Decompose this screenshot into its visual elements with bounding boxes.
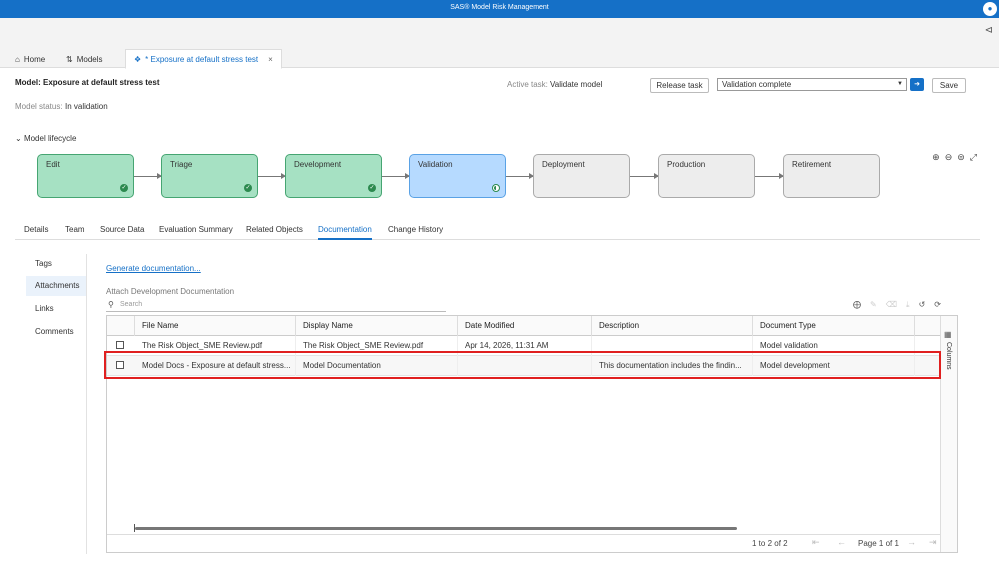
app-title: SAS® Model Risk Management <box>450 4 549 11</box>
generate-documentation-link[interactable]: Generate documentation... <box>106 264 201 273</box>
tab-related-objects[interactable]: Related Objects <box>246 225 303 240</box>
stage-connector <box>134 173 162 179</box>
column-document-type[interactable]: Document Type <box>753 316 915 336</box>
user-icon[interactable]: ● <box>983 2 997 16</box>
download-icon[interactable]: ⤓ <box>906 300 910 310</box>
stage-deployment[interactable]: Deployment <box>533 154 630 198</box>
stage-validation[interactable]: Validation <box>409 154 506 198</box>
tab-models[interactable]: ⇅ Models <box>66 51 103 68</box>
top-strip <box>0 18 999 46</box>
highlight-box <box>104 351 941 379</box>
nav-tabs: ⌂ Home ⇅ Models ❖ * Exposure at default … <box>0 46 999 69</box>
tab-documentation[interactable]: Documentation <box>318 225 372 240</box>
horizontal-scrollbar[interactable] <box>135 527 737 530</box>
side-item-comments[interactable]: Comments <box>26 322 86 342</box>
stage-connector <box>630 173 659 179</box>
task-status-select[interactable]: Validation complete ▼ <box>717 78 907 91</box>
search-icon: ⚲ <box>108 300 114 309</box>
detail-tabs: Details Team Source Data Evaluation Summ… <box>15 222 980 240</box>
stage-retirement[interactable]: Retirement <box>783 154 880 198</box>
submit-status-button[interactable]: ➜ <box>910 78 924 91</box>
add-attachment-icon[interactable]: ⨁ <box>853 300 861 310</box>
side-item-links[interactable]: Links <box>26 299 86 319</box>
chevron-down-icon: ⌄ <box>15 134 22 143</box>
previous-page-icon[interactable]: ← <box>837 537 846 547</box>
chevron-down-icon: ▼ <box>897 81 903 87</box>
in-progress-icon <box>492 184 500 192</box>
column-file-name[interactable]: File Name <box>135 316 296 336</box>
model-status-value: In validation <box>65 102 108 111</box>
model-node-icon: ❖ <box>134 54 142 64</box>
tab-evaluation-summary[interactable]: Evaluation Summary <box>159 225 233 240</box>
history-icon[interactable]: ↺ <box>919 300 926 310</box>
table-toolbar: ⨁ ✎ ⌫ ⤓ ↺ ⟳ <box>853 300 941 310</box>
columns-icon: ▦ <box>944 330 952 339</box>
tab-team[interactable]: Team <box>65 225 85 240</box>
app-banner: SAS® Model Risk Management ● <box>0 0 999 18</box>
column-description[interactable]: Description <box>592 316 753 336</box>
side-divider <box>86 254 87 554</box>
stage-connector <box>755 173 784 179</box>
stage-development[interactable]: Development ✓ <box>285 154 382 198</box>
tab-current-model[interactable]: ❖ * Exposure at default stress test × <box>125 49 282 69</box>
release-task-button[interactable]: Release task <box>650 78 709 93</box>
stage-edit[interactable]: Edit ✓ <box>37 154 134 198</box>
table-header: File Name Display Name Date Modified Des… <box>107 316 957 336</box>
page-label: Page 1 of 1 <box>858 539 899 548</box>
home-icon: ⌂ <box>15 55 20 64</box>
tab-details[interactable]: Details <box>24 225 48 240</box>
lifecycle-toggle[interactable]: ⌄ Model lifecycle <box>15 134 76 143</box>
column-date-modified[interactable]: Date Modified <box>458 316 592 336</box>
check-icon: ✓ <box>120 184 128 192</box>
edit-icon[interactable]: ✎ <box>870 300 877 310</box>
next-page-icon[interactable]: → <box>907 537 916 547</box>
model-status-label: Model status: <box>15 102 63 111</box>
models-icon: ⇅ <box>66 55 73 64</box>
row-checkbox[interactable] <box>116 341 124 349</box>
zoom-in-icon[interactable]: ⊕ <box>932 152 940 163</box>
page-title: Model: Exposure at default stress test <box>15 78 160 87</box>
expand-icon[interactable]: ⤢ <box>970 152 977 163</box>
stage-production[interactable]: Production <box>658 154 755 198</box>
side-item-tags[interactable]: Tags <box>26 254 86 274</box>
close-icon[interactable]: × <box>268 55 273 64</box>
search-input[interactable]: ⚲ Search <box>106 299 446 312</box>
stage-connector <box>258 173 286 179</box>
last-page-icon[interactable]: ⇥ <box>929 537 937 548</box>
attach-doc-label: Attach Development Documentation <box>106 287 235 296</box>
stage-connector <box>506 173 534 179</box>
active-task-label: Active task: <box>507 80 548 89</box>
columns-pane[interactable]: ▦ Columns <box>940 316 957 552</box>
zoom-fit-icon[interactable]: ⊜ <box>957 152 965 163</box>
zoom-out-icon[interactable]: ⊖ <box>945 152 953 163</box>
refresh-icon[interactable]: ⟳ <box>934 300 941 310</box>
stage-connector <box>382 173 410 179</box>
side-item-attachments[interactable]: Attachments <box>26 276 86 296</box>
first-page-icon[interactable]: ⇤ <box>812 537 820 548</box>
select-column-header <box>107 316 135 336</box>
check-icon: ✓ <box>368 184 376 192</box>
row-count: 1 to 2 of 2 <box>752 539 788 548</box>
save-button[interactable]: Save <box>932 78 966 93</box>
tab-home[interactable]: ⌂ Home <box>15 51 45 68</box>
active-task-value: Validate model <box>550 80 603 89</box>
pagination-bar: 1 to 2 of 2 ⇤ ← Page 1 of 1 → ⇥ <box>107 534 940 552</box>
column-display-name[interactable]: Display Name <box>296 316 458 336</box>
delete-icon[interactable]: ⌫ <box>886 300 897 310</box>
tab-change-history[interactable]: Change History <box>388 225 443 240</box>
stage-triage[interactable]: Triage ✓ <box>161 154 258 198</box>
check-icon: ✓ <box>244 184 252 192</box>
tab-source-data[interactable]: Source Data <box>100 225 144 240</box>
diagram-zoom-tools: ⊕ ⊖ ⊜ ⤢ <box>932 152 977 163</box>
share-icon[interactable]: ⊲ <box>985 25 993 36</box>
